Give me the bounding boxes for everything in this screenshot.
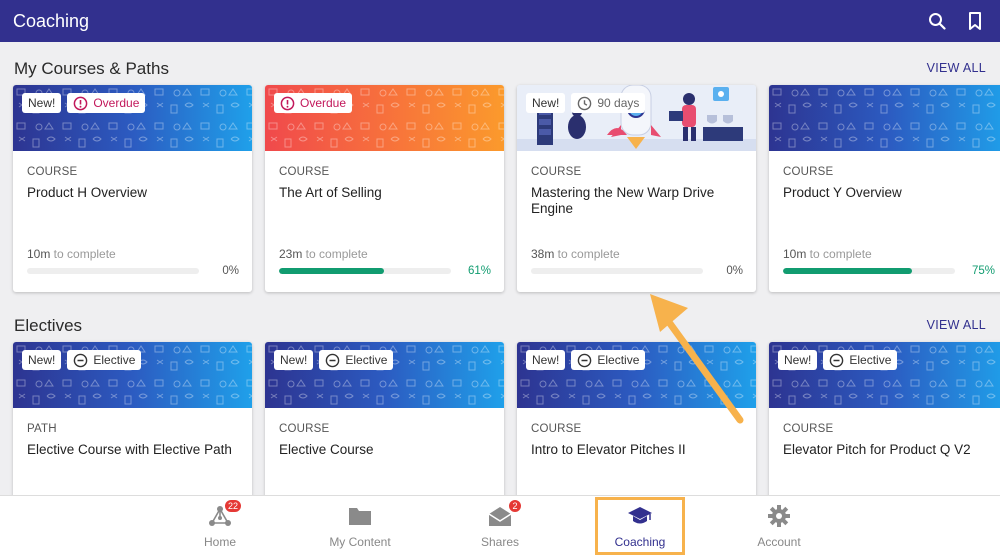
content-type-label: COURSE [783,423,834,435]
new-badge: New! [22,93,62,113]
content-type-label: COURSE [279,166,330,178]
status-badge: Elective [823,350,898,370]
time-to-complete: 10m to complete [783,247,872,261]
status-badge: Overdue [67,93,146,113]
card-banner [769,85,1000,151]
bottom-nav: 22 Home My Content 2 Shares Coaching Acc… [0,495,1000,555]
course-title: Intro to Elevator Pitches II [531,442,686,457]
status-label: Overdue [93,96,140,110]
card-banner: New! Elective [13,342,252,408]
graduation-cap-icon [628,507,652,524]
course-title: Elective Course with Elective Path [27,442,232,457]
my-courses-list: New! Overdue COURSE Product H Overview 1… [13,85,1000,292]
bookmark-icon[interactable] [968,12,982,30]
my-courses-title: My Courses & Paths [14,59,169,78]
time-to-complete: 23m to complete [279,247,368,261]
course-card[interactable]: COURSE Product Y Overview 10m to complet… [769,85,1000,292]
card-banner: New! Elective [265,342,504,408]
course-title: Product H Overview [27,185,148,200]
elective-card[interactable]: New! Elective COURSE Elective Course [265,342,504,502]
electives-view-all-link[interactable]: VIEW ALL [927,318,986,332]
progress-bar [27,268,199,274]
course-title: Product Y Overview [783,185,902,200]
clock-icon [578,96,592,110]
minus-circle-icon [578,353,592,367]
minus-circle-icon [74,353,88,367]
alert-circle-icon [280,96,295,110]
search-icon[interactable] [928,12,946,30]
status-badge: Elective [571,350,646,370]
nav-label: Account [757,535,801,549]
progress-percent: 75% [971,265,995,277]
progress-percent: 0% [726,265,743,277]
status-label: Elective [93,353,136,367]
minus-circle-icon [326,353,340,367]
progress-percent: 0% [222,265,239,277]
notification-badge: 22 [223,499,242,513]
progress-bar [531,268,703,274]
course-title: Elevator Pitch for Product Q V2 [783,442,971,457]
new-badge: New! [526,93,566,113]
content-type-label: PATH [27,423,57,435]
progress-bar [783,268,955,274]
nav-item-my-content[interactable]: My Content [310,496,410,555]
status-badge: 90 days [571,93,646,113]
page-title: Coaching [13,10,90,31]
new-badge: New! [274,350,314,370]
nav-label: Coaching [614,535,666,549]
nav-item-shares[interactable]: 2 Shares [450,496,550,555]
minus-circle-icon [830,353,844,367]
content-type-label: COURSE [783,166,834,178]
status-label: Overdue [300,96,347,110]
nav-label: Shares [480,535,520,549]
progress-bar [279,268,451,274]
status-label: Elective [597,353,640,367]
electives-title: Electives [14,316,83,335]
nav-label: Home [203,535,236,549]
nav-item-account[interactable]: Account [729,496,829,555]
status-badge: Elective [319,350,394,370]
card-banner: New! Elective [769,342,1000,408]
card-banner: New! Overdue [13,85,252,151]
gear-icon [768,505,790,527]
course-title: Elective Course [279,442,374,457]
my-courses-view-all-link[interactable]: VIEW ALL [927,61,986,75]
card-banner-illustration: New! 90 days [517,85,756,151]
course-card[interactable]: New! Overdue COURSE Product H Overview 1… [13,85,252,292]
nav-item-home[interactable]: 22 Home [170,496,270,555]
new-badge: New! [778,350,818,370]
callout-arrow-icon [650,294,744,424]
progress-percent: 61% [467,265,491,277]
nav-item-coaching[interactable]: Coaching [595,497,685,555]
course-card[interactable]: New! 90 days COURSE Mastering the New Wa… [517,85,756,292]
status-badge: Overdue [274,93,353,113]
elective-card[interactable]: New! Elective COURSE Elevator Pitch for … [769,342,1000,502]
status-label: Elective [849,353,892,367]
nav-label: My Content [329,535,391,549]
notification-badge: 2 [508,499,522,513]
content-type-label: COURSE [27,166,78,178]
card-banner: Overdue [265,85,504,151]
content-type-label: COURSE [531,166,582,178]
time-to-complete: 38m to complete [531,247,620,261]
course-title: Mastering the New Warp Drive Engine [531,185,715,216]
elective-card[interactable]: New! Elective PATH Elective Course with … [13,342,252,502]
status-badge: Elective [67,350,142,370]
time-to-complete: 10m to complete [27,247,116,261]
content-type-label: COURSE [279,423,330,435]
status-label: 90 days [597,96,640,110]
course-card[interactable]: Overdue COURSE The Art of Selling 23m to… [265,85,504,292]
new-badge: New! [526,350,566,370]
folder-icon [349,508,371,525]
electives-list: New! Elective PATH Elective Course with … [13,342,1000,502]
app-header: Coaching [0,0,1000,42]
course-title: The Art of Selling [279,185,382,200]
alert-circle-icon [74,96,88,110]
status-label: Elective [345,353,388,367]
new-badge: New! [22,350,62,370]
